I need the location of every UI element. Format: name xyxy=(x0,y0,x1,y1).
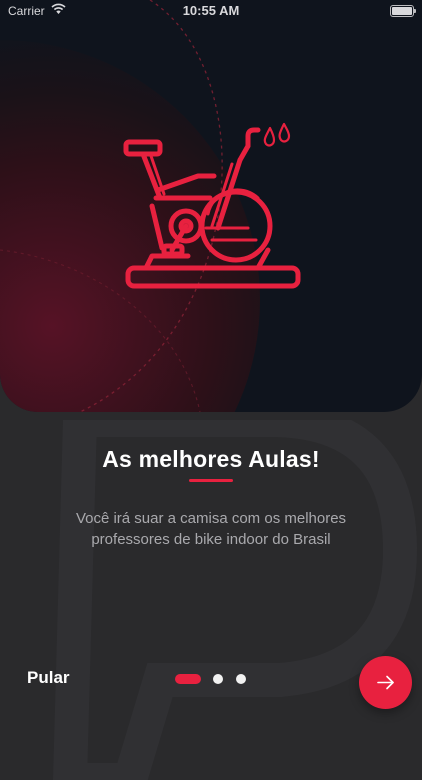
page-dot-3[interactable] xyxy=(236,674,246,684)
onboarding-description: Você irá suar a camisa com os melhores p… xyxy=(75,510,347,548)
arrow-right-icon xyxy=(377,675,394,690)
status-bar: Carrier 10:55 AM xyxy=(0,0,422,22)
title-underline xyxy=(189,479,233,482)
hero-card: Carrier 10:55 AM xyxy=(0,0,422,412)
page-dot-1[interactable] xyxy=(175,674,201,684)
battery-icon xyxy=(390,5,416,17)
next-button[interactable] xyxy=(359,656,412,709)
skip-button[interactable]: Pular xyxy=(27,668,70,688)
background-logo-shape xyxy=(52,420,418,780)
status-time: 10:55 AM xyxy=(182,3,240,18)
page-dot-2[interactable] xyxy=(213,674,223,684)
spin-bike-icon xyxy=(123,122,301,289)
onboarding-title: As melhores Aulas! xyxy=(102,446,320,472)
